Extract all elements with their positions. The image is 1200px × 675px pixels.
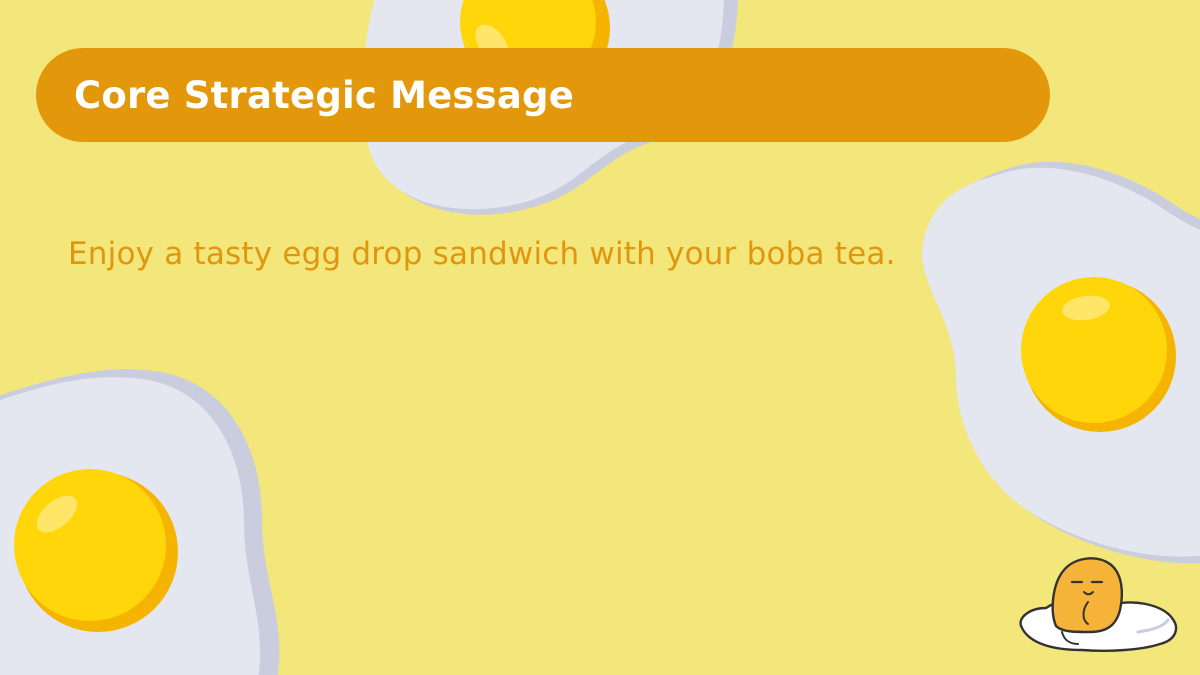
title-bar: Core Strategic Message bbox=[36, 48, 1050, 142]
fried-egg-icon bbox=[0, 369, 280, 675]
slide-title: Core Strategic Message bbox=[74, 73, 575, 117]
core-message-text: Enjoy a tasty egg drop sandwich with you… bbox=[68, 236, 896, 272]
fried-egg-icon bbox=[922, 161, 1200, 564]
lazy-egg-mascot-icon bbox=[1019, 557, 1178, 652]
